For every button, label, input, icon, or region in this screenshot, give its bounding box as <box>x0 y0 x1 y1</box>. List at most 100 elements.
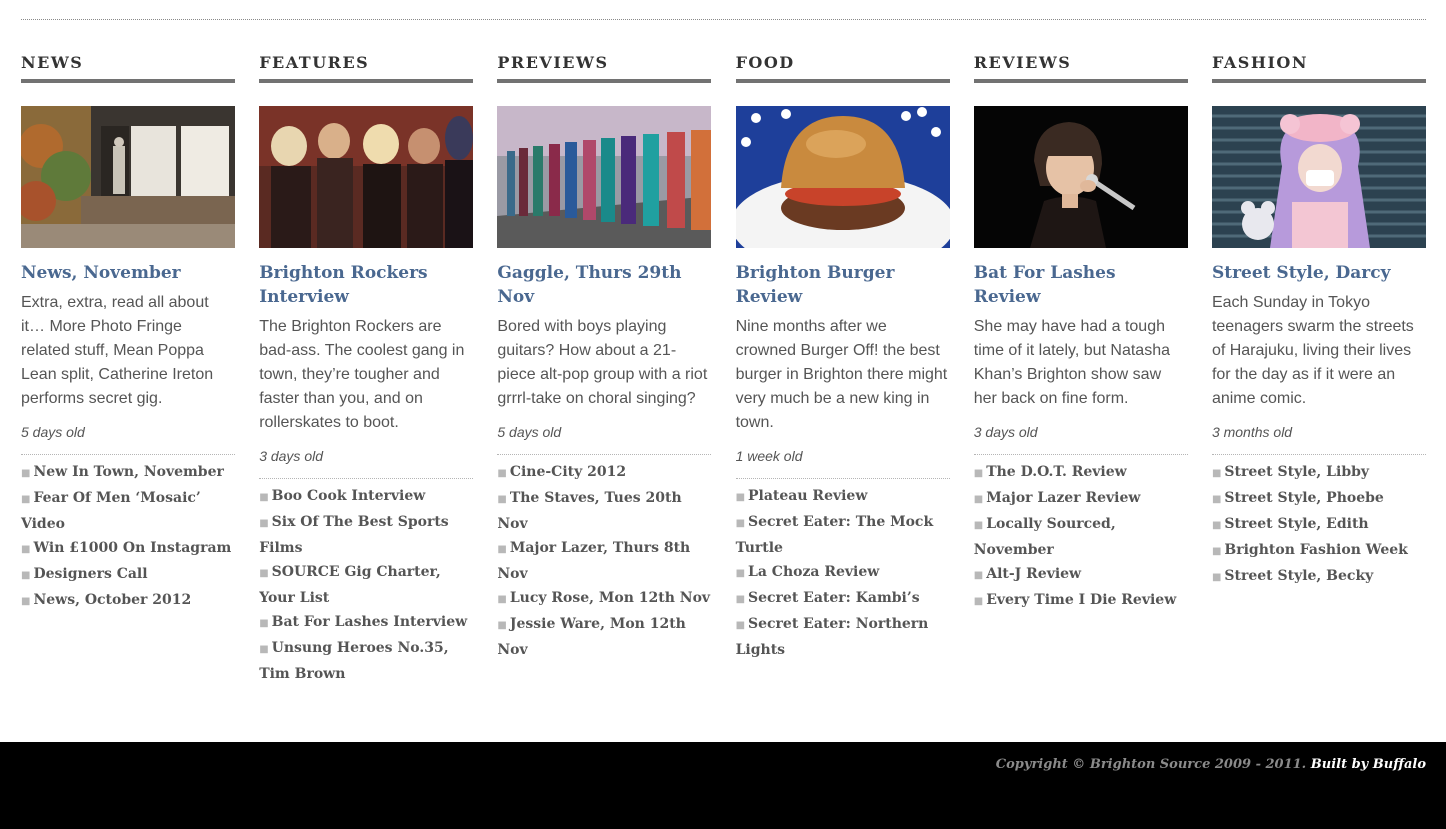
related-link[interactable]: Win £1000 On Instagram <box>33 540 231 556</box>
list-item: ■ Bat For Lashes Interview <box>259 610 473 636</box>
list-item: ■ Secret Eater: Kambi’s <box>736 586 950 612</box>
related-link[interactable]: New In Town, November <box>33 464 223 480</box>
bullet-icon: ■ <box>497 468 507 479</box>
related-link[interactable]: Plateau Review <box>748 488 867 504</box>
related-link[interactable]: Jessie Ware, Mon 12th Nov <box>497 616 685 658</box>
related-link[interactable]: Street Style, Becky <box>1224 568 1373 584</box>
related-link[interactable]: Locally Sourced, November <box>974 516 1116 558</box>
related-link[interactable]: Every Time I Die Review <box>986 592 1176 608</box>
article-thumbnail[interactable] <box>735 106 950 248</box>
column-heading[interactable]: NEWS <box>21 52 235 83</box>
related-link[interactable]: Unsung Heroes No.35, Tim Brown <box>259 640 448 682</box>
article-thumbnail[interactable] <box>1211 106 1426 248</box>
related-link[interactable]: Bat For Lashes Interview <box>272 614 468 630</box>
article-headline-link[interactable]: News, November <box>21 261 235 285</box>
list-item: ■ Secret Eater: Northern Lights <box>736 612 950 662</box>
fashion-photo-image <box>1211 106 1426 248</box>
related-link[interactable]: Alt-J Review <box>986 566 1081 582</box>
related-link[interactable]: Secret Eater: The Mock Turtle <box>736 514 934 556</box>
list-item: ■ News, October 2012 <box>21 588 235 614</box>
bullet-icon: ■ <box>1211 494 1222 505</box>
related-link[interactable]: Designers Call <box>33 566 147 582</box>
list-item: ■ Street Style, Phoebe <box>1212 486 1426 512</box>
article-thumbnail[interactable] <box>497 106 712 248</box>
column-heading[interactable]: FEATURES <box>259 52 474 83</box>
related-link[interactable]: The D.O.T. Review <box>986 464 1126 480</box>
article-excerpt: Extra, extra, read all about it… More Ph… <box>21 294 214 407</box>
previews-photo-image <box>497 106 712 248</box>
article-age: 1 week old <box>735 447 950 479</box>
related-link[interactable]: La Choza Review <box>748 564 879 580</box>
related-link[interactable]: Street Style, Edith <box>1224 516 1368 532</box>
bullet-icon: ■ <box>259 568 269 579</box>
related-link[interactable]: Secret Eater: Kambi’s <box>748 590 920 606</box>
related-link[interactable]: Lucy Rose, Mon 12th Nov <box>510 590 710 606</box>
food-photo-image <box>735 106 950 248</box>
bullet-icon: ■ <box>1211 468 1222 479</box>
features-photo-image <box>259 106 474 248</box>
bullet-icon: ■ <box>973 494 984 505</box>
list-item: ■ The D.O.T. Review <box>974 460 1188 486</box>
copyright-text: Copyright © Brighton Source 2009 - 2011. <box>995 757 1307 772</box>
article-age: 5 days old <box>497 423 712 455</box>
list-item: ■ Secret Eater: The Mock Turtle <box>736 510 950 560</box>
article-excerpt: She may have had a tough time of it late… <box>973 318 1170 407</box>
related-link[interactable]: Fear Of Men ‘Mosaic’ Video <box>21 490 201 532</box>
list-item: ■ Alt-J Review <box>974 562 1188 588</box>
article-thumbnail[interactable] <box>259 106 474 248</box>
list-item: ■ Street Style, Becky <box>1212 564 1426 590</box>
list-item: ■ Six Of The Best Sports Films <box>259 510 473 560</box>
article-excerpt: Nine months after we crowned Burger Off!… <box>735 318 948 431</box>
list-item: ■ Every Time I Die Review <box>974 588 1188 614</box>
article-headline-link[interactable]: Street Style, Darcy <box>1212 261 1426 285</box>
article-headline-link[interactable]: Bat For Lashes Review <box>974 261 1188 309</box>
list-item: ■ Major Lazer, Thurs 8th Nov <box>497 536 711 586</box>
list-item: ■ The Staves, Tues 20th Nov <box>497 486 711 536</box>
column-food: FOOD Brighton Burger Review Nine months … <box>735 52 950 686</box>
list-item: ■ Unsung Heroes No.35, Tim Brown <box>259 636 473 686</box>
article-excerpt: The Brighton Rockers are bad-ass. The co… <box>259 318 465 431</box>
related-links-list: ■ Plateau Review ■ Secret Eater: The Mock … <box>736 484 950 662</box>
bullet-icon: ■ <box>259 518 269 529</box>
related-link[interactable]: Major Lazer Review <box>986 490 1140 506</box>
related-link[interactable]: SOURCE Gig Charter, Your List <box>259 564 441 606</box>
bullet-icon: ■ <box>21 596 31 607</box>
column-fashion: FASHION Street Style, Darcy Each Sunday … <box>1211 52 1426 686</box>
article-thumbnail[interactable] <box>973 106 1188 248</box>
column-heading[interactable]: REVIEWS <box>973 52 1188 83</box>
column-heading[interactable]: FASHION <box>1211 52 1426 83</box>
built-by-link[interactable]: Built by Buffalo <box>1311 757 1426 772</box>
list-item: ■ SOURCE Gig Charter, Your List <box>259 560 473 610</box>
list-item: ■ Locally Sourced, November <box>974 512 1188 562</box>
bullet-icon: ■ <box>973 570 984 581</box>
list-item: ■ Brighton Fashion Week <box>1212 538 1426 564</box>
related-link[interactable]: Street Style, Phoebe <box>1224 490 1383 506</box>
related-link[interactable]: Cine-City 2012 <box>510 464 626 480</box>
article-age: 3 days old <box>973 423 1188 455</box>
bullet-icon: ■ <box>973 468 984 479</box>
related-link[interactable]: Secret Eater: Northern Lights <box>736 616 929 658</box>
related-link[interactable]: News, October 2012 <box>33 592 191 608</box>
related-link[interactable]: Boo Cook Interview <box>272 488 426 504</box>
list-item: ■ Designers Call <box>21 562 235 588</box>
article-headline-link[interactable]: Gaggle, Thurs 29th Nov <box>497 261 711 309</box>
related-link[interactable]: Six Of The Best Sports Films <box>259 514 449 556</box>
bullet-icon: ■ <box>973 520 984 531</box>
related-links-list: ■ Cine-City 2012 ■ The Staves, Tues 20th N… <box>497 460 711 662</box>
related-link[interactable]: Brighton Fashion Week <box>1224 542 1407 558</box>
article-thumbnail[interactable] <box>21 106 235 248</box>
related-link[interactable]: Street Style, Libby <box>1224 464 1369 480</box>
bullet-icon: ■ <box>497 620 507 631</box>
list-item: ■ Street Style, Libby <box>1212 460 1426 486</box>
list-item: ■ Fear Of Men ‘Mosaic’ Video <box>21 486 235 536</box>
bullet-icon: ■ <box>259 492 269 503</box>
related-link[interactable]: Major Lazer, Thurs 8th Nov <box>497 540 690 582</box>
bullet-icon: ■ <box>973 596 984 607</box>
article-headline-link[interactable]: Brighton Rockers Interview <box>259 261 473 309</box>
bullet-icon: ■ <box>21 544 31 555</box>
bullet-icon: ■ <box>735 492 746 503</box>
related-link[interactable]: The Staves, Tues 20th Nov <box>497 490 681 532</box>
article-headline-link[interactable]: Brighton Burger Review <box>736 261 950 309</box>
column-heading[interactable]: PREVIEWS <box>497 52 712 83</box>
column-heading[interactable]: FOOD <box>735 52 950 83</box>
